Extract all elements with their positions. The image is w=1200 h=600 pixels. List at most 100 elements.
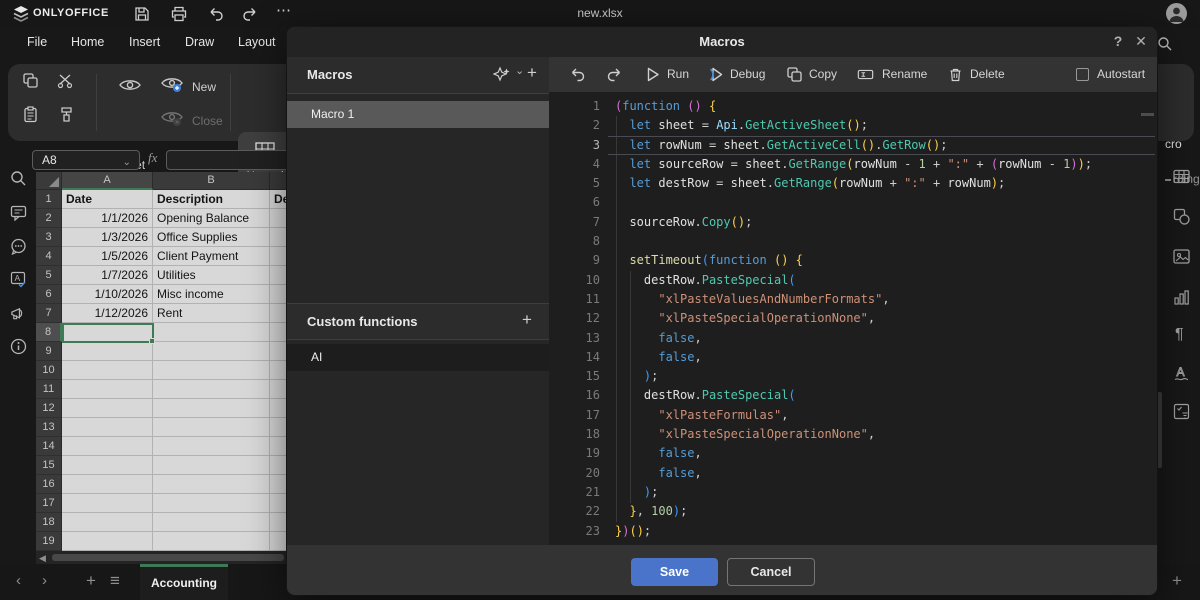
cell[interactable]: 1/5/2026 [62, 247, 153, 266]
info-icon[interactable] [10, 338, 27, 355]
tab-draw[interactable]: Draw [185, 27, 214, 57]
row-header[interactable]: 19 [36, 532, 62, 551]
code-line[interactable]: 2 let sheet = Api.GetActiveSheet(); [549, 116, 1157, 135]
user-avatar[interactable] [1166, 3, 1187, 24]
tab-insert[interactable]: Insert [129, 27, 160, 57]
prev-sheet-icon[interactable]: ‹ [16, 572, 21, 589]
delete-label[interactable]: Delete [970, 57, 1005, 92]
cell[interactable]: Utilities [153, 266, 270, 285]
code-line[interactable]: 16 destRow.PasteSpecial( [549, 386, 1157, 405]
code-line[interactable]: 15 ); [549, 367, 1157, 386]
textart-settings-icon[interactable]: A [1172, 364, 1191, 383]
cell[interactable] [270, 304, 287, 323]
cell[interactable] [270, 399, 287, 418]
code-line[interactable]: 8 [549, 232, 1157, 251]
cell[interactable] [153, 494, 270, 513]
row-header[interactable]: 3 [36, 228, 62, 247]
code-line[interactable]: 9 setTimeout(function () { [549, 251, 1157, 270]
search-icon[interactable] [1157, 36, 1173, 52]
code-line[interactable]: 13 false, [549, 329, 1157, 348]
scroll-left-icon[interactable]: ◀ [39, 553, 46, 564]
column-header-a[interactable]: A [62, 172, 153, 190]
cell[interactable] [153, 323, 270, 342]
cell[interactable]: Rent [153, 304, 270, 323]
cell[interactable] [270, 494, 287, 513]
cell[interactable]: Office Supplies [153, 228, 270, 247]
cell[interactable] [270, 513, 287, 532]
code-line[interactable]: 18 "xlPasteSpecialOperationNone", [549, 425, 1157, 444]
select-all-corner[interactable] [36, 172, 62, 190]
ai-sparkle-icon[interactable] [493, 66, 511, 84]
cell[interactable] [270, 418, 287, 437]
cell[interactable] [270, 361, 287, 380]
cell[interactable] [270, 323, 287, 342]
code-line[interactable]: 4 let sourceRow = sheet.GetRange(rowNum … [549, 155, 1157, 174]
cell[interactable] [153, 513, 270, 532]
slicer-settings-icon[interactable] [1172, 402, 1191, 421]
row-header[interactable]: 17 [36, 494, 62, 513]
fx-icon[interactable]: fx [148, 150, 157, 166]
vertical-scrollbar-thumb[interactable] [1157, 392, 1162, 468]
row-header[interactable]: 9 [36, 342, 62, 361]
code-line[interactable]: 12 "xlPasteSpecialOperationNone", [549, 309, 1157, 328]
cell[interactable] [153, 361, 270, 380]
code-line[interactable]: 7 sourceRow.Copy(); [549, 213, 1157, 232]
cell[interactable] [153, 418, 270, 437]
cell[interactable] [62, 361, 153, 380]
print-icon[interactable] [170, 5, 188, 23]
row-header[interactable]: 13 [36, 418, 62, 437]
code-line[interactable]: 21 ); [549, 483, 1157, 502]
cell[interactable]: 1/1/2026 [62, 209, 153, 228]
cancel-button[interactable]: Cancel [727, 558, 815, 586]
cell[interactable] [153, 532, 270, 551]
code-line[interactable]: 10 destRow.PasteSpecial( [549, 271, 1157, 290]
run-icon[interactable] [644, 66, 661, 83]
cell[interactable]: 1/3/2026 [62, 228, 153, 247]
cell[interactable] [270, 247, 287, 266]
cell[interactable] [270, 437, 287, 456]
cell[interactable] [153, 342, 270, 361]
cell[interactable] [270, 266, 287, 285]
new-sheet-view-label[interactable]: New [192, 80, 216, 94]
cell[interactable]: Client Payment [153, 247, 270, 266]
cell[interactable]: 1/7/2026 [62, 266, 153, 285]
cell[interactable] [270, 456, 287, 475]
cell[interactable] [62, 342, 153, 361]
cell[interactable] [153, 380, 270, 399]
cell[interactable]: Date [62, 190, 153, 209]
spellcheck-icon[interactable]: A [10, 271, 27, 288]
cell[interactable] [270, 209, 287, 228]
row-header[interactable]: 1 [36, 190, 62, 209]
redo-icon[interactable] [241, 5, 259, 23]
debug-label[interactable]: Debug [730, 57, 765, 92]
row-header[interactable]: 7 [36, 304, 62, 323]
row-header[interactable]: 4 [36, 247, 62, 266]
chart-settings-icon[interactable] [1172, 288, 1191, 307]
code-line[interactable]: 22 }, 100); [549, 502, 1157, 521]
cell[interactable] [153, 437, 270, 456]
close-button[interactable]: ✕ [1130, 27, 1152, 57]
cell[interactable] [153, 475, 270, 494]
code-line[interactable]: 3 let rowNum = sheet.GetActiveCell().Get… [549, 136, 1157, 155]
code-line[interactable]: 14 false, [549, 348, 1157, 367]
row-header[interactable]: 2 [36, 209, 62, 228]
code-line[interactable]: 23})(); [549, 522, 1157, 541]
save-icon[interactable] [133, 5, 151, 23]
cell[interactable] [62, 475, 153, 494]
add-function-icon[interactable]: + [522, 310, 532, 330]
copy-icon[interactable] [22, 72, 39, 89]
row-header[interactable]: 16 [36, 475, 62, 494]
chat-icon[interactable] [10, 238, 27, 255]
format-painter-icon[interactable] [58, 106, 75, 123]
dialog-header[interactable]: Macros ? ✕ [287, 27, 1157, 57]
sheet-tab-accounting[interactable]: Accounting [140, 564, 228, 600]
paragraph-settings-icon[interactable]: ¶ [1175, 326, 1184, 344]
horizontal-scrollbar-thumb[interactable] [52, 554, 284, 561]
cell[interactable] [62, 418, 153, 437]
tab-file[interactable]: File [27, 27, 47, 57]
cell[interactable] [270, 342, 287, 361]
column-header-b[interactable]: B [153, 172, 270, 190]
custom-function-list-item[interactable]: AI [287, 344, 549, 371]
active-cell-selection[interactable] [62, 323, 154, 343]
code-line[interactable]: 11 "xlPasteValuesAndNumberFormats", [549, 290, 1157, 309]
